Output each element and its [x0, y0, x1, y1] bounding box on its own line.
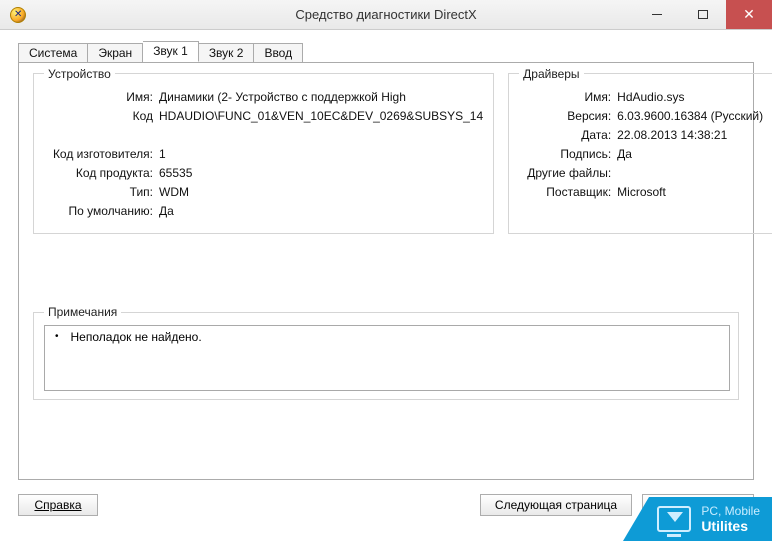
- value-device-default: Да: [159, 202, 483, 221]
- label-device-type: Тип:: [44, 183, 159, 202]
- maximize-button[interactable]: [680, 0, 726, 29]
- group-device-legend: Устройство: [44, 67, 115, 81]
- row-device-type: Тип: WDM: [44, 183, 483, 202]
- label-driver-signed: Подпись:: [519, 145, 617, 164]
- label-manufacturer-id: Код изготовителя:: [44, 145, 159, 164]
- tab-sound2[interactable]: Звук 2: [199, 43, 255, 63]
- monitor-icon: [657, 506, 691, 532]
- group-drivers-legend: Драйверы: [519, 67, 583, 81]
- row-product-id: Код продукта: 65535: [44, 164, 483, 183]
- row-driver-date: Дата: 22.08.2013 14:38:21: [519, 126, 763, 145]
- label-driver-date: Дата:: [519, 126, 617, 145]
- value-driver-name: HdAudio.sys: [617, 88, 763, 107]
- download-arrow-icon: [667, 512, 683, 522]
- row-device-name: Имя: Динамики (2- Устройство с поддержко…: [44, 88, 483, 107]
- label-driver-name: Имя:: [519, 88, 617, 107]
- group-notes: Примечания • Неполадок не найдено.: [33, 312, 739, 400]
- minimize-icon: [652, 14, 662, 15]
- next-page-button[interactable]: Следующая страница: [480, 494, 632, 516]
- close-icon: ✕: [743, 6, 755, 23]
- note-line: • Неполадок не найдено.: [51, 328, 723, 346]
- value-product-id: 65535: [159, 164, 483, 183]
- window-controls: ✕: [634, 0, 772, 29]
- minimize-button[interactable]: [634, 0, 680, 29]
- help-button[interactable]: Справка: [18, 494, 98, 516]
- group-device: Устройство Имя: Динамики (2- Устройство …: [33, 73, 494, 234]
- value-driver-signed: Да: [617, 145, 763, 164]
- label-device-default: По умолчанию:: [44, 202, 159, 221]
- note-text: Неполадок не найдено.: [71, 328, 202, 346]
- tab-input[interactable]: Ввод: [254, 43, 303, 63]
- value-driver-provider: Microsoft: [617, 183, 763, 202]
- watermark-badge: PC, Mobile Utilites: [649, 497, 772, 541]
- client-area: Система Экран Звук 1 Звук 2 Ввод Устройс…: [0, 30, 772, 541]
- close-button[interactable]: ✕: [726, 0, 772, 29]
- maximize-icon: [698, 10, 708, 19]
- label-product-id: Код продукта:: [44, 164, 159, 183]
- app-icon: [10, 7, 26, 23]
- tab-display[interactable]: Экран: [88, 43, 143, 63]
- row-manufacturer-id: Код изготовителя: 1: [44, 145, 483, 164]
- titlebar: Средство диагностики DirectX ✕: [0, 0, 772, 30]
- value-driver-version: 6.03.9600.16384 (Русский): [617, 107, 763, 126]
- row-driver-provider: Поставщик: Microsoft: [519, 183, 763, 202]
- group-notes-legend: Примечания: [44, 305, 121, 319]
- tab-pane-sound1: Устройство Имя: Динамики (2- Устройство …: [18, 62, 754, 480]
- row-driver-signed: Подпись: Да: [519, 145, 763, 164]
- row-driver-name: Имя: HdAudio.sys: [519, 88, 763, 107]
- value-device-hardware-id: HDAUDIO\FUNC_01&VEN_10EC&DEV_0269&SUBSYS…: [159, 107, 483, 126]
- row-driver-version: Версия: 6.03.9600.16384 (Русский): [519, 107, 763, 126]
- bullet-icon: •: [55, 328, 59, 346]
- label-driver-other-files: Другие файлы:: [519, 164, 617, 183]
- tab-sound1[interactable]: Звук 1: [143, 41, 199, 62]
- value-manufacturer-id: 1: [159, 145, 483, 164]
- value-driver-other-files: [617, 164, 763, 183]
- info-columns: Устройство Имя: Динамики (2- Устройство …: [33, 73, 739, 234]
- label-device-hardware-id: Код: [44, 107, 159, 126]
- label-driver-provider: Поставщик:: [519, 183, 617, 202]
- watermark-text: PC, Mobile Utilites: [701, 504, 760, 534]
- row-device-default: По умолчанию: Да: [44, 202, 483, 221]
- row-blank: [44, 126, 483, 145]
- label-driver-version: Версия:: [519, 107, 617, 126]
- group-drivers: Драйверы Имя: HdAudio.sys Версия: 6.03.9…: [508, 73, 772, 234]
- tab-strip: Система Экран Звук 1 Звук 2 Ввод: [18, 40, 754, 62]
- watermark-line2: Utilites: [701, 519, 760, 534]
- value-driver-date: 22.08.2013 14:38:21: [617, 126, 763, 145]
- row-driver-other-files: Другие файлы:: [519, 164, 763, 183]
- watermark-line1: PC, Mobile: [701, 504, 760, 519]
- tab-system[interactable]: Система: [18, 43, 88, 63]
- value-device-name: Динамики (2- Устройство с поддержкой Hig…: [159, 88, 483, 107]
- label-device-name: Имя:: [44, 88, 159, 107]
- notes-textbox[interactable]: • Неполадок не найдено.: [44, 325, 730, 391]
- row-device-hardware-id: Код HDAUDIO\FUNC_01&VEN_10EC&DEV_0269&SU…: [44, 107, 483, 126]
- value-device-type: WDM: [159, 183, 483, 202]
